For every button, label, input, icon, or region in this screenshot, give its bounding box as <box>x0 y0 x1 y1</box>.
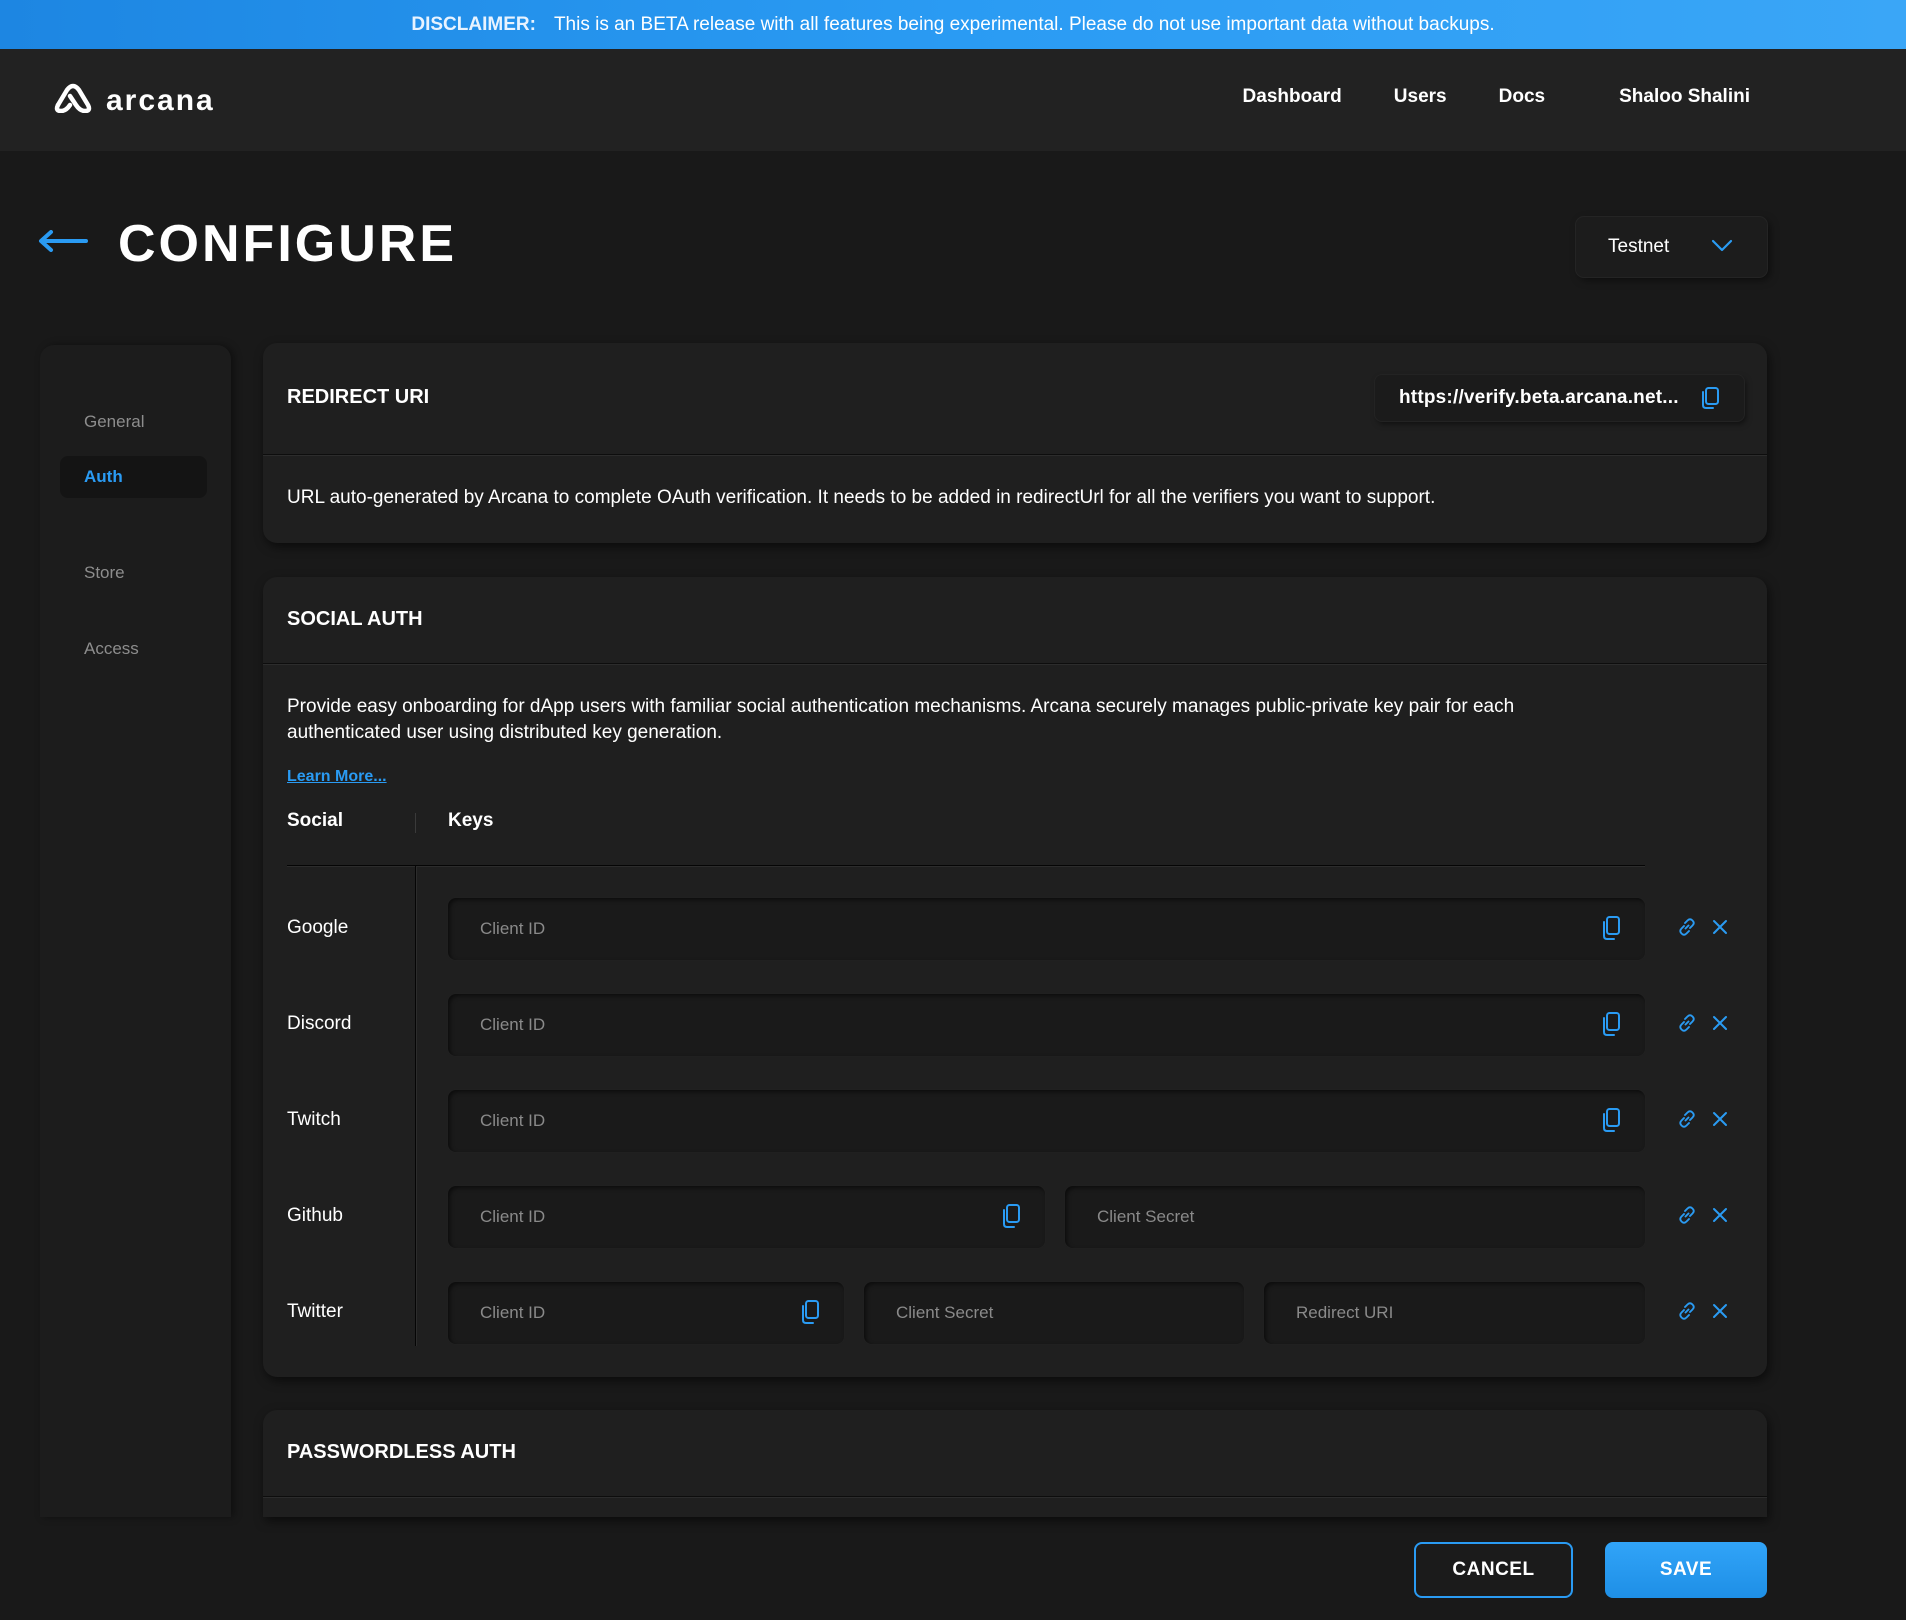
copy-icon[interactable] <box>1601 1011 1621 1037</box>
social-auth-description-line-2: authenticated user using distributed key… <box>287 722 723 743</box>
redirect-uri-input[interactable] <box>1296 1303 1576 1323</box>
social-auth-description: Provide easy onboarding for dApp users w… <box>287 694 1514 746</box>
top-navigation-bar: arcana Dashboard Users Docs Shaloo Shali… <box>0 49 1906 151</box>
close-icon[interactable] <box>1711 918 1729 936</box>
logo[interactable]: arcana <box>54 83 215 118</box>
provider-name: Github <box>287 1205 343 1226</box>
client-secret-input[interactable] <box>896 1303 1175 1323</box>
provider-name: Google <box>287 917 349 938</box>
redirect-uri-field[interactable] <box>1264 1282 1645 1344</box>
provider-name: Twitch <box>287 1109 341 1130</box>
redirect-uri-value: https://verify.beta.arcana.net... <box>1399 387 1679 408</box>
link-icon[interactable] <box>1677 1109 1697 1129</box>
disclaimer-text: This is an BETA release with all feature… <box>553 13 1495 35</box>
social-row-github: Github <box>263 1186 1767 1248</box>
table-header-line <box>287 865 1645 866</box>
client-id-input[interactable] <box>480 919 1412 939</box>
row-actions <box>1677 917 1743 937</box>
link-icon[interactable] <box>1677 1301 1697 1321</box>
copy-icon[interactable] <box>1001 1203 1021 1229</box>
network-select[interactable]: Testnet <box>1576 217 1767 277</box>
client-id-field[interactable] <box>448 1090 1645 1152</box>
social-auth-description-line-1: Provide easy onboarding for dApp users w… <box>287 696 1515 717</box>
client-id-field[interactable] <box>448 898 1645 960</box>
back-arrow-icon <box>38 230 88 256</box>
close-icon[interactable] <box>1711 1206 1729 1224</box>
column-separator <box>415 813 416 833</box>
logo-text: arcana <box>106 83 215 117</box>
arcana-logo-icon <box>54 83 92 118</box>
passwordless-auth-card: PASSWORDLESS AUTH <box>263 1410 1767 1517</box>
redirect-uri-title: REDIRECT URI <box>287 386 430 408</box>
client-id-field[interactable] <box>448 994 1645 1056</box>
close-icon[interactable] <box>1711 1302 1729 1320</box>
page-title: CONFIGURE <box>118 215 457 273</box>
sidebar-item-store[interactable]: Store <box>60 552 207 594</box>
column-header-keys: Keys <box>448 810 494 831</box>
client-id-field[interactable] <box>448 1186 1045 1248</box>
link-icon[interactable] <box>1677 917 1697 937</box>
provider-name: Discord <box>287 1013 352 1034</box>
redirect-uri-description: URL auto-generated by Arcana to complete… <box>287 487 1436 508</box>
row-actions <box>1677 1301 1743 1321</box>
divider <box>263 663 1767 664</box>
divider <box>263 454 1767 455</box>
main-nav: Dashboard Users Docs Shaloo Shalini <box>1191 86 1750 108</box>
learn-more-link[interactable]: Learn More... <box>287 768 387 786</box>
back-button[interactable] <box>38 230 88 257</box>
social-row-twitch: Twitch <box>263 1090 1767 1152</box>
copy-icon[interactable] <box>1700 386 1720 410</box>
chevron-down-icon <box>1711 239 1733 252</box>
row-actions <box>1677 1013 1743 1033</box>
cancel-button[interactable]: CANCEL <box>1414 1542 1573 1598</box>
sidebar-item-general[interactable]: General <box>60 401 207 443</box>
copy-icon[interactable] <box>1601 1107 1621 1133</box>
provider-name: Twitter <box>287 1301 343 1322</box>
sidebar-item-auth[interactable]: Auth <box>60 456 207 498</box>
copy-icon[interactable] <box>1601 915 1621 941</box>
nav-users[interactable]: Users <box>1394 86 1447 108</box>
nav-dashboard[interactable]: Dashboard <box>1243 86 1342 108</box>
client-secret-field[interactable] <box>1065 1186 1645 1248</box>
close-icon[interactable] <box>1711 1014 1729 1032</box>
row-actions <box>1677 1205 1743 1225</box>
passwordless-auth-title: PASSWORDLESS AUTH <box>287 1441 516 1463</box>
social-auth-card: SOCIAL AUTH Provide easy onboarding for … <box>263 577 1767 1377</box>
close-icon[interactable] <box>1711 1110 1729 1128</box>
divider <box>263 1496 1767 1497</box>
client-id-input[interactable] <box>480 1207 932 1227</box>
nav-docs[interactable]: Docs <box>1499 86 1545 108</box>
settings-sidebar: General Auth Store Access <box>40 345 231 1517</box>
column-header-social: Social <box>287 810 343 831</box>
disclaimer-banner: DISCLAIMER: This is an BETA release with… <box>0 0 1906 49</box>
client-id-input[interactable] <box>480 1303 772 1323</box>
link-icon[interactable] <box>1677 1013 1697 1033</box>
social-auth-title: SOCIAL AUTH <box>287 608 423 630</box>
disclaimer-label: DISCLAIMER: <box>411 13 536 35</box>
user-name[interactable]: Shaloo Shalini <box>1619 86 1750 108</box>
client-secret-field[interactable] <box>864 1282 1244 1344</box>
client-id-field[interactable] <box>448 1282 844 1344</box>
row-actions <box>1677 1109 1743 1129</box>
link-icon[interactable] <box>1677 1205 1697 1225</box>
client-secret-input[interactable] <box>1097 1207 1536 1227</box>
redirect-uri-card: REDIRECT URI https://verify.beta.arcana.… <box>263 343 1767 543</box>
copy-icon[interactable] <box>800 1299 820 1325</box>
social-row-google: Google <box>263 898 1767 960</box>
client-id-input[interactable] <box>480 1015 1412 1035</box>
social-row-twitter: Twitter <box>263 1282 1767 1344</box>
social-row-discord: Discord <box>263 994 1767 1056</box>
sidebar-item-access[interactable]: Access <box>60 628 207 670</box>
redirect-uri-display: https://verify.beta.arcana.net... <box>1375 375 1744 421</box>
save-button[interactable]: SAVE <box>1605 1542 1767 1598</box>
network-select-value: Testnet <box>1608 236 1670 257</box>
client-id-input[interactable] <box>480 1111 1412 1131</box>
